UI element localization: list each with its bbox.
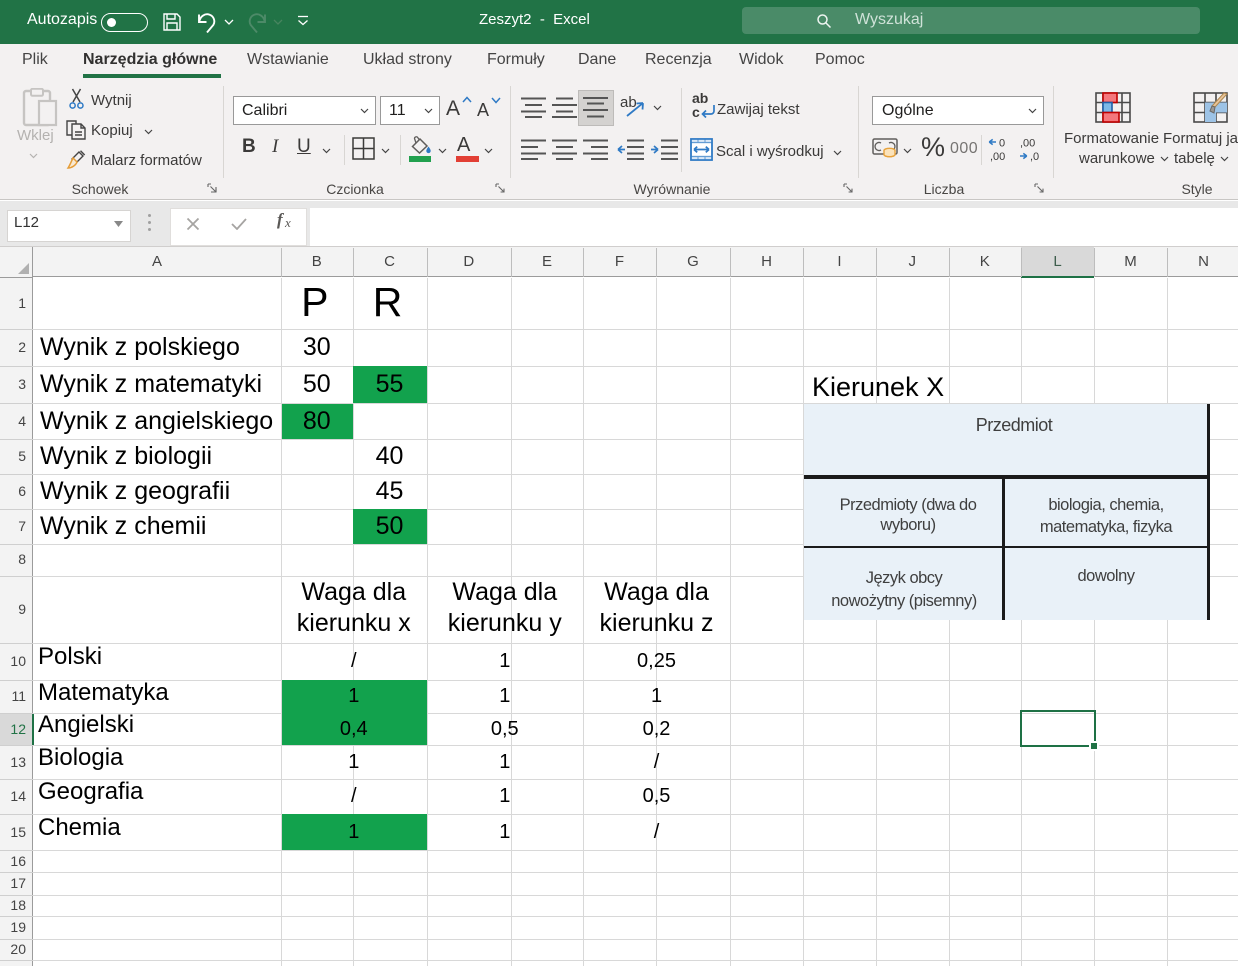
svg-text:0: 0 [999, 138, 1005, 150]
svg-text:,00: ,00 [1020, 138, 1035, 150]
svg-text:,0: ,0 [1030, 151, 1039, 162]
svg-text:,00: ,00 [990, 151, 1005, 162]
